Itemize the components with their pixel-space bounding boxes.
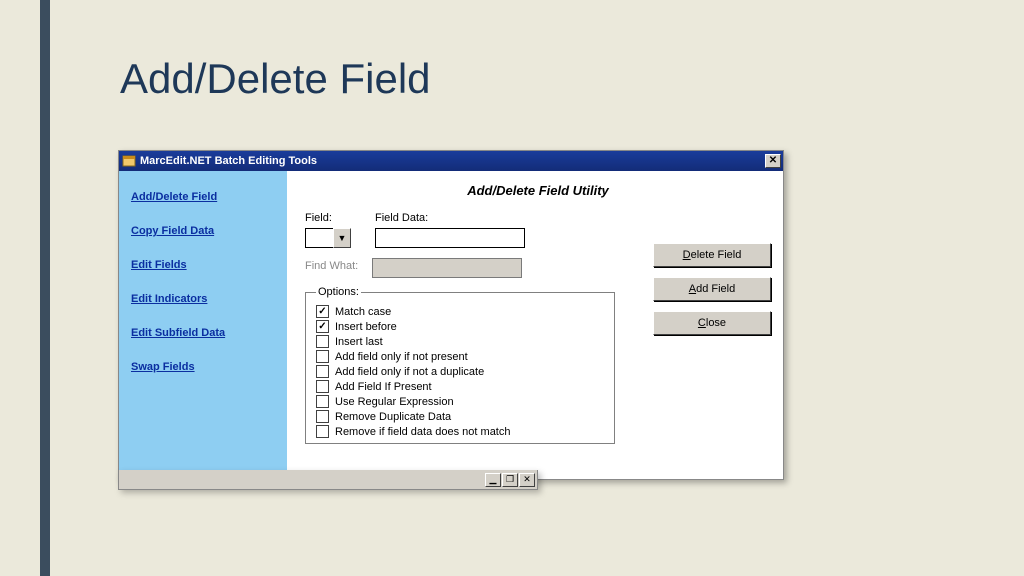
option-checkbox[interactable] bbox=[316, 395, 329, 408]
option-row: Insert last bbox=[316, 334, 604, 349]
option-checkbox[interactable] bbox=[316, 425, 329, 438]
sidebar-item-edit-fields[interactable]: Edit Fields bbox=[131, 259, 275, 271]
option-label: Add field only if not a duplicate bbox=[335, 366, 484, 378]
option-label: Remove if field data does not match bbox=[335, 426, 510, 438]
content-pane: Add/Delete Field Utility Field: ▼ Field … bbox=[287, 171, 783, 479]
option-label: Insert last bbox=[335, 336, 383, 348]
child-close-button[interactable]: ✕ bbox=[519, 473, 535, 487]
findwhat-label: Find What: bbox=[305, 260, 358, 272]
option-checkbox[interactable] bbox=[316, 380, 329, 393]
app-icon bbox=[122, 154, 136, 168]
findwhat-input bbox=[372, 258, 522, 278]
option-row: Remove if field data does not match bbox=[316, 424, 604, 439]
sidebar-item-copy-field-data[interactable]: Copy Field Data bbox=[131, 225, 275, 237]
app-window: MarcEdit.NET Batch Editing Tools ✕ Add/D… bbox=[118, 150, 784, 480]
option-row: Remove Duplicate Data bbox=[316, 409, 604, 424]
slide-accent-bar bbox=[40, 0, 50, 576]
option-label: Use Regular Expression bbox=[335, 396, 454, 408]
options-legend: Options: bbox=[316, 286, 361, 298]
window-title-text: MarcEdit.NET Batch Editing Tools bbox=[140, 155, 317, 167]
option-label: Add field only if not present bbox=[335, 351, 468, 363]
option-row: Add Field If Present bbox=[316, 379, 604, 394]
field-combo[interactable]: ▼ bbox=[305, 228, 351, 248]
page-title: Add/Delete Field bbox=[120, 55, 431, 103]
option-row: Insert before bbox=[316, 319, 604, 334]
field-label: Field: bbox=[305, 212, 351, 224]
close-button[interactable]: Close bbox=[653, 311, 771, 335]
add-field-button[interactable]: Add Field bbox=[653, 277, 771, 301]
field-dropdown-button[interactable]: ▼ bbox=[333, 228, 351, 248]
titlebar: MarcEdit.NET Batch Editing Tools ✕ bbox=[119, 151, 783, 171]
option-checkbox[interactable] bbox=[316, 350, 329, 363]
option-label: Match case bbox=[335, 306, 391, 318]
minimize-button[interactable]: ▁ bbox=[485, 473, 501, 487]
window-close-button[interactable]: ✕ bbox=[765, 154, 781, 168]
option-label: Insert before bbox=[335, 321, 397, 333]
sidebar-item-edit-indicators[interactable]: Edit Indicators bbox=[131, 293, 275, 305]
delete-field-button[interactable]: Delete Field bbox=[653, 243, 771, 267]
fielddata-input[interactable] bbox=[375, 228, 525, 248]
option-checkbox[interactable] bbox=[316, 305, 329, 318]
option-row: Add field only if not a duplicate bbox=[316, 364, 604, 379]
option-checkbox[interactable] bbox=[316, 410, 329, 423]
utility-title: Add/Delete Field Utility bbox=[305, 179, 771, 212]
sidebar-item-edit-subfield-data[interactable]: Edit Subfield Data bbox=[131, 327, 275, 339]
child-window-controls: ▁ ❐ ✕ bbox=[118, 470, 538, 490]
option-row: Add field only if not present bbox=[316, 349, 604, 364]
restore-button[interactable]: ❐ bbox=[502, 473, 518, 487]
sidebar-item-add-delete-field[interactable]: Add/Delete Field bbox=[131, 191, 275, 203]
sidebar-item-swap-fields[interactable]: Swap Fields bbox=[131, 361, 275, 373]
option-checkbox[interactable] bbox=[316, 365, 329, 378]
option-label: Add Field If Present bbox=[335, 381, 432, 393]
option-checkbox[interactable] bbox=[316, 320, 329, 333]
option-row: Match case bbox=[316, 304, 604, 319]
field-input[interactable] bbox=[305, 228, 333, 248]
option-row: Use Regular Expression bbox=[316, 394, 604, 409]
option-label: Remove Duplicate Data bbox=[335, 411, 451, 423]
options-fieldset: Options: Match case Insert before Insert l… bbox=[305, 286, 615, 444]
sidebar: Add/Delete Field Copy Field Data Edit Fi… bbox=[119, 171, 287, 479]
option-checkbox[interactable] bbox=[316, 335, 329, 348]
fielddata-label: Field Data: bbox=[375, 212, 525, 224]
